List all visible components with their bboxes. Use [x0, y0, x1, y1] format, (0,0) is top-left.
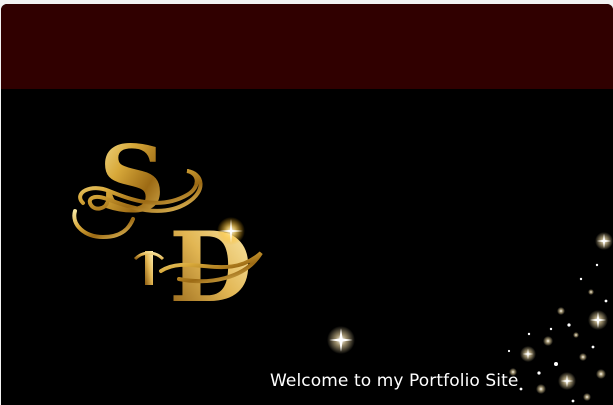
hero-section: S D Welcome to my Portfolio Site — [1, 89, 613, 405]
sd-monogram-logo: S D — [72, 133, 263, 313]
welcome-heading: Welcome to my Portfolio Site — [270, 371, 519, 391]
browser-viewport: S D Welcome to my Portfolio Site — [1, 4, 613, 405]
site-header-bar — [1, 4, 613, 89]
